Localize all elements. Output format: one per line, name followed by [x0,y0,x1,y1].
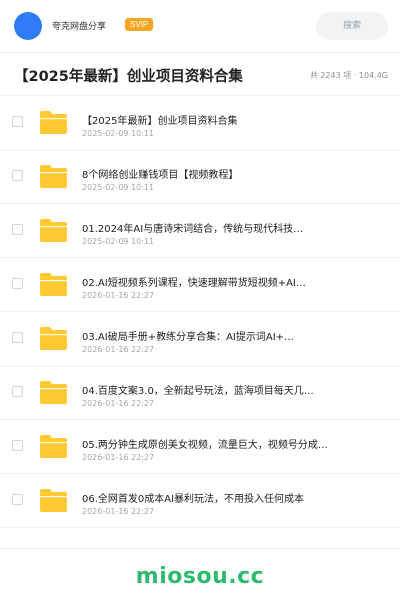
item-date: 2025-02-09 10:11 [82,237,155,246]
folder-icon [40,489,67,512]
list-item[interactable]: 06.全网首发0成本AI暴利玩法，不用投入任何成本 2026-01-16 22:… [0,474,400,528]
checkbox[interactable] [12,278,23,289]
file-count-size: 共 2243 项 · 104.4G [309,71,388,80]
checkbox[interactable] [12,386,23,397]
item-name: 06.全网首发0成本AI暴利玩法，不用投入任何成本 [82,494,305,505]
item-date: 2025-02-09 10:11 [82,183,155,192]
checkbox[interactable] [12,224,23,235]
item-name: 02.AI短视频系列课程，快速理解带货短视频+AI… [82,278,306,289]
checkbox[interactable] [12,170,23,181]
list-item[interactable]: 8个网络创业赚钱项目【视频教程】 2025-02-09 10:11 [0,150,400,204]
file-list: 【2025年最新】创业项目资料合集 2025-02-09 10:11 8个网络创… [0,96,400,528]
search-button[interactable]: 搜索 [316,12,388,40]
item-date: 2026-01-16 22:27 [82,453,155,462]
item-name: 【2025年最新】创业项目资料合集 [82,116,238,127]
item-name: 8个网络创业赚钱项目【视频教程】 [82,170,239,181]
page-title: 【2025年最新】创业项目资料合集 [14,69,243,85]
list-item[interactable]: 04.百度文案3.0，全新起号玩法，蓝海项目每天几… 2026-01-16 22… [0,366,400,420]
svip-badge: SVIP [125,18,154,31]
checkbox[interactable] [12,116,23,127]
divider [0,548,400,549]
item-name: 03.AI破局手册+教练分享合集：AI提示词AI+… [82,332,295,343]
list-item[interactable]: 【2025年最新】创业项目资料合集 2025-02-09 10:11 [0,96,400,150]
checkbox[interactable] [12,440,23,451]
checkbox[interactable] [12,332,23,343]
folder-icon [40,381,67,404]
title-bar: 【2025年最新】创业项目资料合集 共 2243 项 · 104.4G [0,53,400,96]
folder-icon [40,219,67,242]
folder-icon [40,111,67,134]
checkbox[interactable] [12,494,23,505]
avatar[interactable] [14,12,42,40]
item-name: 05.两分钟生成原创美女视频，流量巨大，视频号分成… [82,440,328,451]
item-date: 2025-02-09 10:11 [82,129,155,138]
watermark: miosou.cc [135,564,265,589]
item-date: 2026-01-16 22:27 [82,399,155,408]
item-name: 01.2024年AI与唐诗宋词结合，传统与现代科技… [82,224,304,235]
item-date: 2026-01-16 22:27 [82,291,155,300]
site-name: 夸克网盘分享 [52,22,107,32]
header: 夸克网盘分享 SVIP 搜索 [0,0,400,53]
item-name: 04.百度文案3.0，全新起号玩法，蓝海项目每天几… [82,386,314,397]
folder-icon [40,327,67,350]
list-item[interactable]: 03.AI破局手册+教练分享合集：AI提示词AI+… 2026-01-16 22… [0,312,400,366]
item-date: 2026-01-16 22:27 [82,507,155,516]
item-date: 2026-01-16 22:27 [82,345,155,354]
list-item[interactable]: 02.AI短视频系列课程，快速理解带货短视频+AI… 2026-01-16 22… [0,258,400,312]
list-item[interactable]: 05.两分钟生成原创美女视频，流量巨大，视频号分成… 2026-01-16 22… [0,420,400,474]
folder-icon [40,435,67,458]
list-item[interactable]: 01.2024年AI与唐诗宋词结合，传统与现代科技… 2025-02-09 10… [0,204,400,258]
folder-icon [40,165,67,188]
folder-icon [40,273,67,296]
